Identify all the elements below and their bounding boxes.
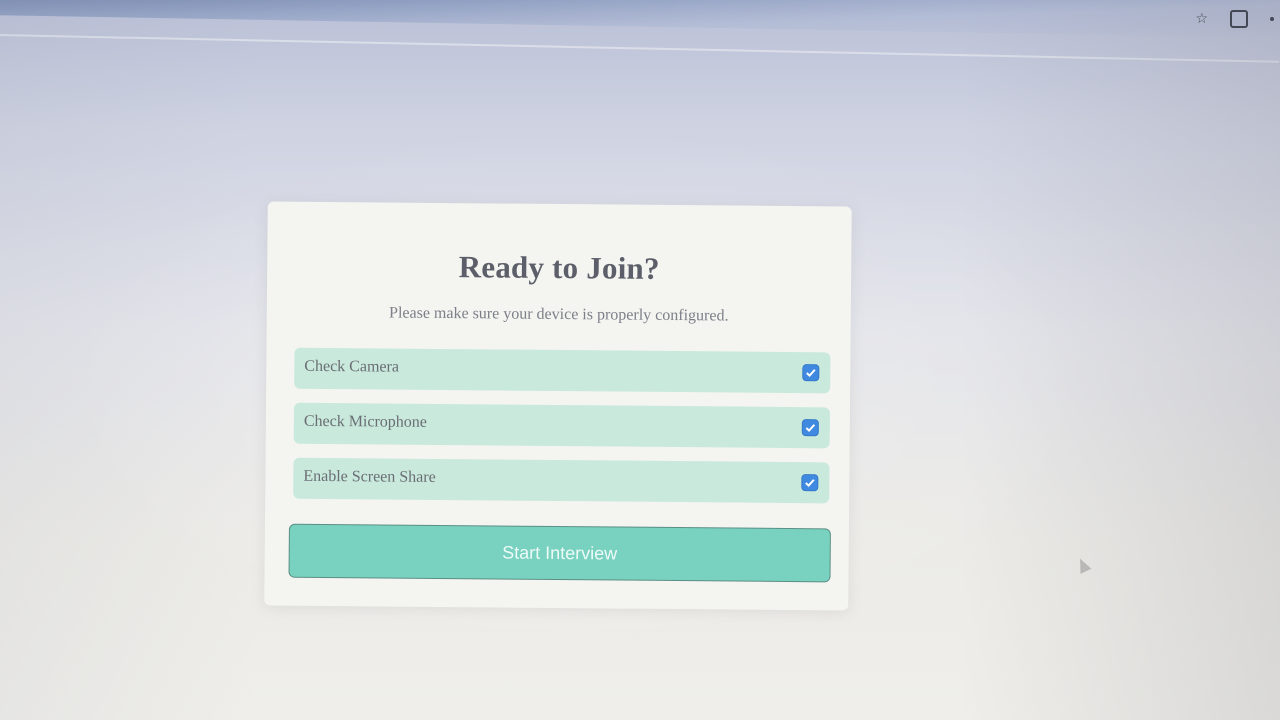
check-camera-row[interactable]: Check Camera xyxy=(294,347,831,394)
enable-screen-share-row[interactable]: Enable Screen Share xyxy=(293,457,830,504)
checkmark-icon xyxy=(805,424,816,433)
bookmark-star-icon[interactable]: ☆ xyxy=(1195,11,1208,27)
check-camera-checkbox[interactable] xyxy=(803,365,819,381)
mouse-cursor-icon xyxy=(1074,556,1092,574)
more-menu-icon[interactable] xyxy=(1270,17,1274,21)
browser-toolbar-icons: ☆ xyxy=(1195,10,1274,28)
extensions-icon[interactable] xyxy=(1230,10,1248,28)
enable-screen-share-checkbox[interactable] xyxy=(802,475,818,491)
checkmark-icon xyxy=(805,479,815,488)
dialog-subtitle: Please make sure your device is properly… xyxy=(389,304,729,325)
join-dialog: Ready to Join? Please make sure your dev… xyxy=(264,201,852,611)
checkmark-icon xyxy=(806,369,816,378)
dialog-title: Ready to Join? xyxy=(458,249,660,286)
start-interview-button[interactable]: Start Interview xyxy=(288,523,831,583)
check-microphone-checkbox[interactable] xyxy=(802,420,818,436)
enable-screen-share-label: Enable Screen Share xyxy=(303,467,436,486)
check-microphone-row[interactable]: Check Microphone xyxy=(293,402,830,449)
check-microphone-label: Check Microphone xyxy=(303,412,428,431)
check-camera-label: Check Camera xyxy=(304,357,400,376)
